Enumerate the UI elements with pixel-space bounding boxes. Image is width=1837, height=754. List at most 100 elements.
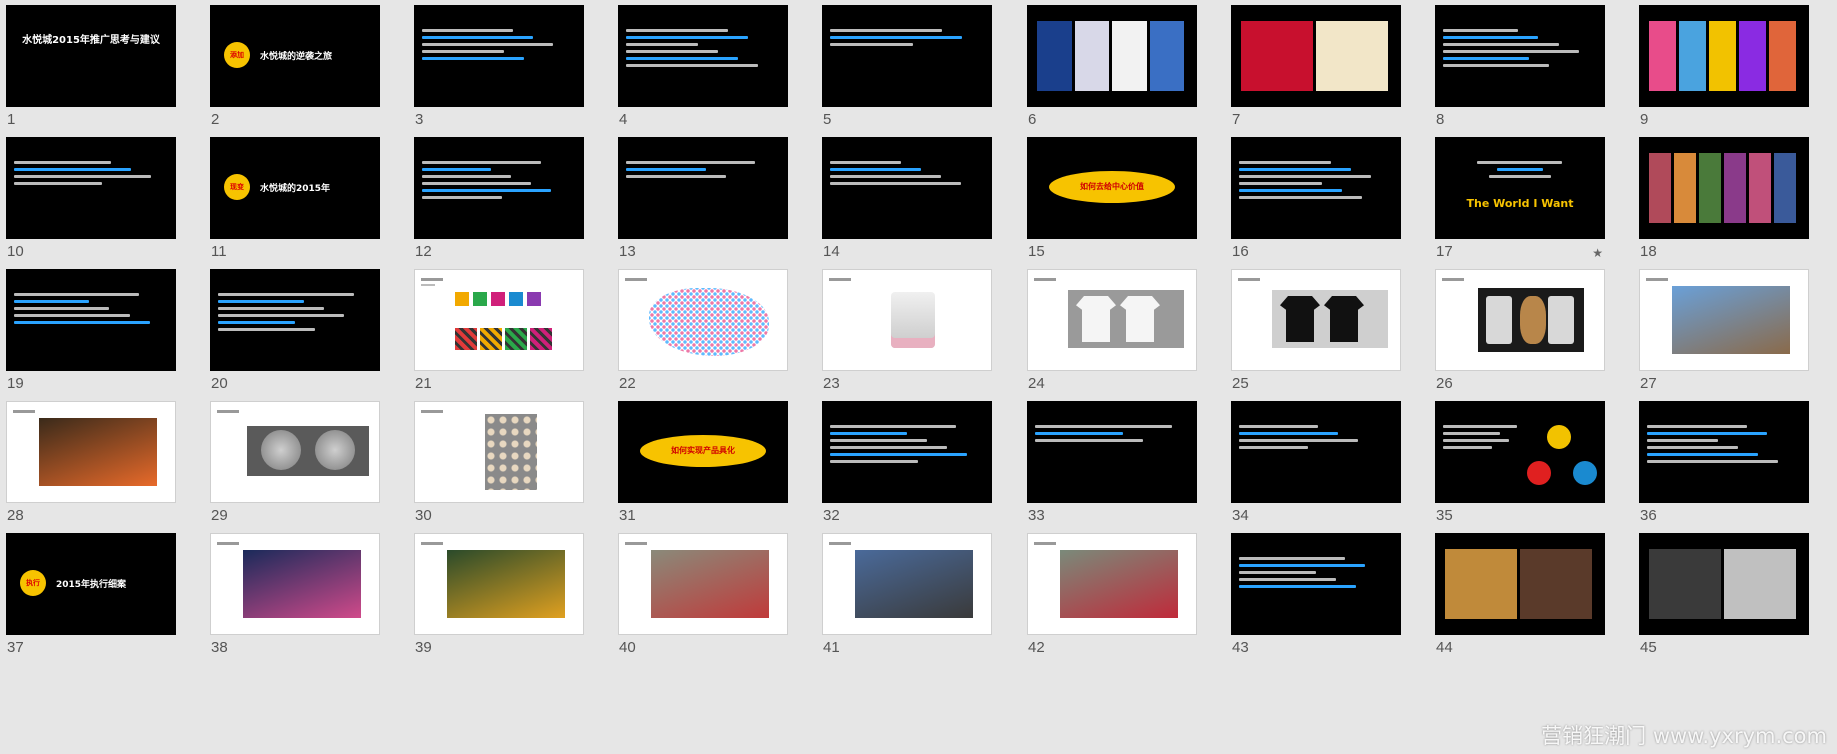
slide-thumbnail[interactable]: 16 <box>1228 132 1403 277</box>
slide-thumbnail[interactable]: 5 <box>819 0 994 145</box>
slide-preview[interactable] <box>210 533 380 635</box>
slide-preview[interactable] <box>1231 5 1401 107</box>
slide-preview[interactable] <box>1027 269 1197 371</box>
photo-block <box>1724 153 1746 223</box>
slide-preview[interactable] <box>414 533 584 635</box>
slide-preview[interactable] <box>1027 533 1197 635</box>
slide-thumbnail[interactable]: 3 <box>411 0 586 145</box>
slide-preview[interactable] <box>1435 5 1605 107</box>
slide-preview[interactable] <box>1435 533 1605 635</box>
slide-preview[interactable] <box>6 137 176 239</box>
slide-thumbnail[interactable]: The World I Want 17 ★ <box>1432 132 1607 277</box>
slide-thumbnail[interactable]: 10 <box>3 132 178 277</box>
slide-preview[interactable] <box>1231 137 1401 239</box>
slide-preview[interactable] <box>618 5 788 107</box>
slide-number: 4 <box>619 111 628 128</box>
slide-thumbnail[interactable]: 27 <box>1636 264 1811 409</box>
slide-preview[interactable] <box>210 401 380 503</box>
slide-number: 20 <box>211 375 228 392</box>
slide-thumbnail[interactable]: 执行 2015年执行细案 37 <box>3 528 178 673</box>
slide-preview[interactable] <box>822 533 992 635</box>
slide-thumbnail[interactable]: 18 <box>1636 132 1811 277</box>
slide-thumbnail[interactable]: 41 <box>819 528 994 673</box>
slide-thumbnail[interactable]: 38 <box>207 528 382 673</box>
slide-thumbnail[interactable]: 35 <box>1432 396 1607 541</box>
slide-preview[interactable]: 添加 水悦城的逆袭之旅 <box>210 5 380 107</box>
slide-thumbnail[interactable]: 42 <box>1024 528 1199 673</box>
slide-preview[interactable]: The World I Want <box>1435 137 1605 239</box>
slide-preview[interactable] <box>1231 401 1401 503</box>
slide-thumbnail[interactable]: 36 <box>1636 396 1811 541</box>
slide-thumbnail[interactable]: 33 <box>1024 396 1199 541</box>
slide-thumbnail[interactable]: 6 <box>1024 0 1199 145</box>
slide-thumbnail[interactable]: 21 <box>411 264 586 409</box>
slide-preview[interactable] <box>414 137 584 239</box>
slide-preview[interactable] <box>210 269 380 371</box>
slide-thumbnail[interactable]: 34 <box>1228 396 1403 541</box>
photo-block <box>651 550 769 618</box>
slide-thumbnail[interactable]: 44 <box>1432 528 1607 673</box>
slide-preview[interactable] <box>822 137 992 239</box>
logo-mark <box>829 278 851 281</box>
slide-thumbnail[interactable]: 4 <box>615 0 790 145</box>
slide-thumbnail[interactable]: 26 <box>1432 264 1607 409</box>
slide-thumbnail[interactable]: 20 <box>207 264 382 409</box>
slide-preview[interactable] <box>618 137 788 239</box>
slide-preview[interactable] <box>1639 533 1809 635</box>
slide-preview[interactable]: 现变 水悦城的2015年 <box>210 137 380 239</box>
slide-preview[interactable] <box>1639 401 1809 503</box>
slide-preview[interactable] <box>618 269 788 371</box>
slide-thumbnail[interactable]: 32 <box>819 396 994 541</box>
slide-thumbnail[interactable]: 25 <box>1228 264 1403 409</box>
slide-number: 14 <box>823 243 840 260</box>
slide-preview[interactable]: 如何实现产品具化 <box>618 401 788 503</box>
slide-preview[interactable] <box>1639 269 1809 371</box>
slide-thumbnail[interactable]: 现变 水悦城的2015年 11 <box>207 132 382 277</box>
slide-preview[interactable] <box>1435 269 1605 371</box>
slide-preview[interactable] <box>6 269 176 371</box>
slide-preview[interactable]: 执行 2015年执行细案 <box>6 533 176 635</box>
slide-preview[interactable] <box>822 269 992 371</box>
slide-thumbnail[interactable]: 43 <box>1228 528 1403 673</box>
slide-preview[interactable] <box>1231 269 1401 371</box>
slide-preview[interactable] <box>6 401 176 503</box>
slide-preview[interactable] <box>822 401 992 503</box>
slide-thumbnail[interactable]: 水悦城2015年推广思考与建议 1 <box>3 0 178 145</box>
slide-preview[interactable] <box>414 269 584 371</box>
slide-thumbnail[interactable]: 29 <box>207 396 382 541</box>
slide-thumbnail[interactable]: 19 <box>3 264 178 409</box>
slide-thumbnail[interactable]: 14 <box>819 132 994 277</box>
slide-number: 42 <box>1028 639 1045 656</box>
slide-thumbnail[interactable]: 45 <box>1636 528 1811 673</box>
slide-thumbnail[interactable]: 如何实现产品具化 31 <box>615 396 790 541</box>
slide-thumbnail[interactable]: 7 <box>1228 0 1403 145</box>
slide-thumbnail[interactable]: 23 <box>819 264 994 409</box>
slide-preview[interactable] <box>618 533 788 635</box>
slide-number: 17 <box>1436 243 1453 260</box>
slide-preview[interactable] <box>822 5 992 107</box>
slide-thumbnail[interactable]: 9 <box>1636 0 1811 145</box>
slide-preview[interactable]: 如何去给中心价值 <box>1027 137 1197 239</box>
slide-thumbnail[interactable]: 8 <box>1432 0 1607 145</box>
slide-thumbnail[interactable]: 添加 水悦城的逆袭之旅 2 <box>207 0 382 145</box>
slide-thumbnail[interactable]: 13 <box>615 132 790 277</box>
slide-preview[interactable] <box>1027 5 1197 107</box>
slide-preview[interactable] <box>414 5 584 107</box>
slide-preview[interactable]: 水悦城2015年推广思考与建议 <box>6 5 176 107</box>
slide-preview[interactable] <box>1639 5 1809 107</box>
slide-preview[interactable] <box>1231 533 1401 635</box>
slide-thumbnail[interactable]: 12 <box>411 132 586 277</box>
slide-preview[interactable] <box>1639 137 1809 239</box>
slide-preview[interactable] <box>414 401 584 503</box>
text-lines <box>1035 421 1189 446</box>
slide-preview[interactable] <box>1435 401 1605 503</box>
slide-number: 33 <box>1028 507 1045 524</box>
slide-thumbnail[interactable]: 30 <box>411 396 586 541</box>
slide-thumbnail[interactable]: 22 <box>615 264 790 409</box>
slide-thumbnail[interactable]: 39 <box>411 528 586 673</box>
slide-thumbnail[interactable]: 40 <box>615 528 790 673</box>
slide-thumbnail[interactable]: 如何去给中心价值 15 <box>1024 132 1199 277</box>
slide-thumbnail[interactable]: 24 <box>1024 264 1199 409</box>
slide-thumbnail[interactable]: 28 <box>3 396 178 541</box>
slide-preview[interactable] <box>1027 401 1197 503</box>
